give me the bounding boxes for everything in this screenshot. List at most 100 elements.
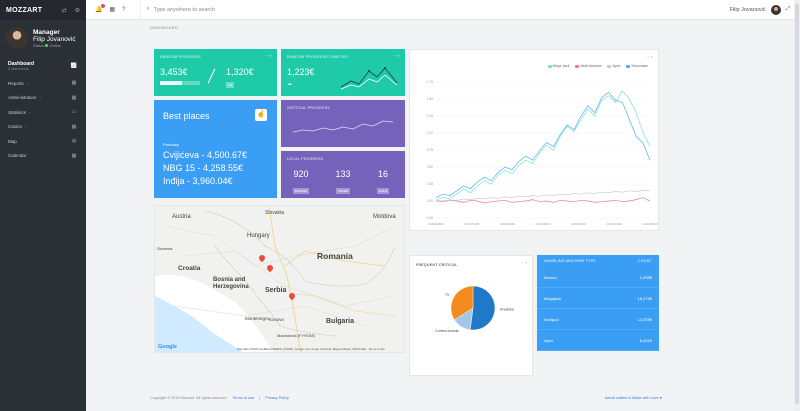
topbar-user-name[interactable]: Filip Jovanović	[730, 7, 766, 13]
sidebar-item-sublabel: 3 new events	[8, 67, 29, 71]
series-line	[435, 90, 651, 200]
x-tick-label: 01/07/2009	[464, 222, 479, 226]
search-icon: ⌕	[146, 6, 150, 12]
footer-credit[interactable]: Adroit crafted & Made with Love ♥	[605, 396, 662, 400]
series-line	[435, 91, 651, 198]
card-title: RANDOM PROGRESS	[160, 55, 201, 59]
pie-chart: Hrvatska Crvena zvezda TV	[435, 285, 514, 333]
table-row[interactable]: Apex 8,401€	[537, 330, 659, 351]
stat-bronze: 920 BRONZE	[290, 169, 312, 197]
settings-icon[interactable]: ⚙	[75, 7, 80, 14]
sidebar-item-administration[interactable]: Administration › ▦	[0, 91, 86, 106]
stat-silver: 133 SILVER	[332, 169, 354, 197]
hand-icon[interactable]: ☝	[255, 109, 267, 121]
y-tick-label: 1.50	[427, 97, 433, 101]
collapse-icon[interactable]: ⇄	[62, 7, 67, 14]
stat-value: 920	[293, 169, 309, 179]
sidebar-item-reports[interactable]: Reports › ▦	[0, 76, 86, 91]
map-canvas[interactable]	[155, 206, 405, 353]
stat-gold: 16 GOLD	[372, 169, 394, 197]
column-header: GAMBLING MACHINE TYPE	[544, 259, 596, 263]
card-controls-icon[interactable]: − ×	[266, 53, 272, 58]
page-scrollbar[interactable]	[794, 0, 800, 411]
sidebar-item-label: Map	[8, 138, 17, 144]
country-label: Slovakia	[265, 210, 284, 216]
progress-bar	[160, 81, 200, 85]
sidebar-item-label: Administration	[8, 95, 37, 101]
place-item: Cvijićeva - 4,500.67€	[163, 150, 248, 160]
x-tick-label: 01/04/2010	[571, 222, 586, 226]
topbar-avatar[interactable]	[770, 4, 781, 15]
apps-grid-icon[interactable]: ▦	[109, 6, 115, 13]
map-card[interactable]: Austria Slovakia Moldova Hungary Romania…	[154, 205, 405, 353]
search-bar[interactable]: ⌕ Type anywhere to search	[139, 0, 215, 20]
sidebar-item-label: Calendar	[8, 153, 27, 159]
value: 1,223€	[287, 67, 315, 77]
globe-icon: ◍	[71, 138, 77, 145]
avatar[interactable]	[6, 27, 28, 49]
value-a: 3,453€	[160, 67, 188, 77]
user-name: Filip Jovanović	[33, 35, 76, 43]
place-item: Inđija - 3,960.04€	[163, 176, 233, 186]
copyright: Copyright © 2018 Mozzart. All rights res…	[150, 396, 228, 400]
brand-bar: MOZZART ⇄ ⚙	[0, 0, 86, 20]
card-controls-icon[interactable]: − ×	[394, 53, 400, 58]
country-label: Macedonia (FYROM)	[277, 333, 315, 338]
monitor-icon: ▭	[71, 109, 77, 116]
search-input[interactable]: Type anywhere to search	[154, 7, 215, 13]
pie-slice[interactable]	[470, 285, 496, 331]
calendar-icon: ▦	[71, 94, 77, 101]
progress-bar-fill	[160, 81, 182, 85]
stat-label: BRONZE	[292, 188, 310, 194]
country-label: Slovenia	[157, 246, 173, 251]
sidebar-item-casino[interactable]: Casino › ▦	[0, 120, 86, 135]
terms-link[interactable]: Terms of use	[233, 396, 255, 400]
sidebar-item-calendar[interactable]: Calendar ▦	[0, 149, 86, 164]
table-row[interactable]: Megajack 16,274€	[537, 288, 659, 309]
chevron-right-icon: ›	[29, 109, 31, 115]
pie-label: Hrvatska	[500, 308, 514, 312]
sidebar-item-dashboard[interactable]: Dashboard 3 new events 📈	[0, 56, 86, 76]
table-row[interactable]: Mexico 1,933€	[537, 267, 659, 288]
y-tick-label: 0.50	[427, 165, 433, 169]
country-label: Moldova	[373, 214, 396, 220]
country-label: Bulgaria	[326, 318, 355, 325]
row-name: Apex	[544, 337, 554, 343]
country-label: Bosnia and Herzegovina	[213, 277, 249, 290]
row-name: Megajack	[544, 295, 562, 301]
series-line	[435, 197, 651, 204]
calendar-icon: ▦	[71, 123, 77, 130]
google-logo: Google	[158, 344, 177, 350]
sidebar-item-map[interactable]: Map ◍	[0, 134, 86, 149]
mini-line-chart	[340, 67, 398, 90]
sidebar: MOZZART ⇄ ⚙ Manager Filip Jovanović Stat…	[0, 0, 86, 411]
expand-icon[interactable]: ⤢	[786, 6, 790, 13]
x-tick-label: 01/01/2010	[535, 222, 550, 226]
privacy-link[interactable]: Privacy Policy	[265, 396, 289, 400]
country-label: Hungary	[247, 233, 270, 239]
logo[interactable]: MOZZART	[6, 7, 42, 14]
table-row[interactable]: Novigod 13,378€	[537, 309, 659, 330]
stat-value: 16	[377, 169, 388, 179]
best-places-card: Best places ☝ February Cvijićeva - 4,500…	[154, 100, 277, 198]
user-profile[interactable]: Manager Filip Jovanović Status Online	[0, 20, 86, 56]
vertical-progress-card: VERTICAL PROGRESS	[281, 100, 405, 147]
stat-value: 133	[335, 169, 351, 179]
row-value: 16,274€	[637, 295, 652, 301]
country-label: Croatia	[178, 265, 201, 272]
map-attribution[interactable]: Map data ©2018 GeoBasis-DE/BKG (©2009), …	[237, 347, 385, 351]
scrollbar-thumb[interactable]	[795, 4, 799, 404]
y-tick-label: 1.75	[427, 80, 433, 84]
frequent-critical-card: FREQUENT CRITICAL − × Hrvatska Crvena zve…	[409, 255, 533, 376]
sidebar-item-statistics[interactable]: Statistics › ▭	[0, 105, 86, 120]
random-progress-charted-card: RANDOM PROGRESS CHARTED − × 1,223€ ☁	[281, 49, 405, 96]
country-label: Romania	[317, 251, 353, 261]
cloud-icon: ☁	[287, 81, 292, 87]
notifications-icon[interactable]: 🔔	[95, 4, 106, 13]
y-tick-label: 1.25	[427, 114, 433, 118]
calendar-icon: ▦	[71, 152, 77, 159]
help-icon[interactable]: ?	[122, 7, 125, 13]
column-header: COUNT	[638, 259, 652, 263]
row-value: 8,401€	[639, 337, 652, 343]
card-title: LOCAL PROGRESS	[287, 157, 324, 161]
